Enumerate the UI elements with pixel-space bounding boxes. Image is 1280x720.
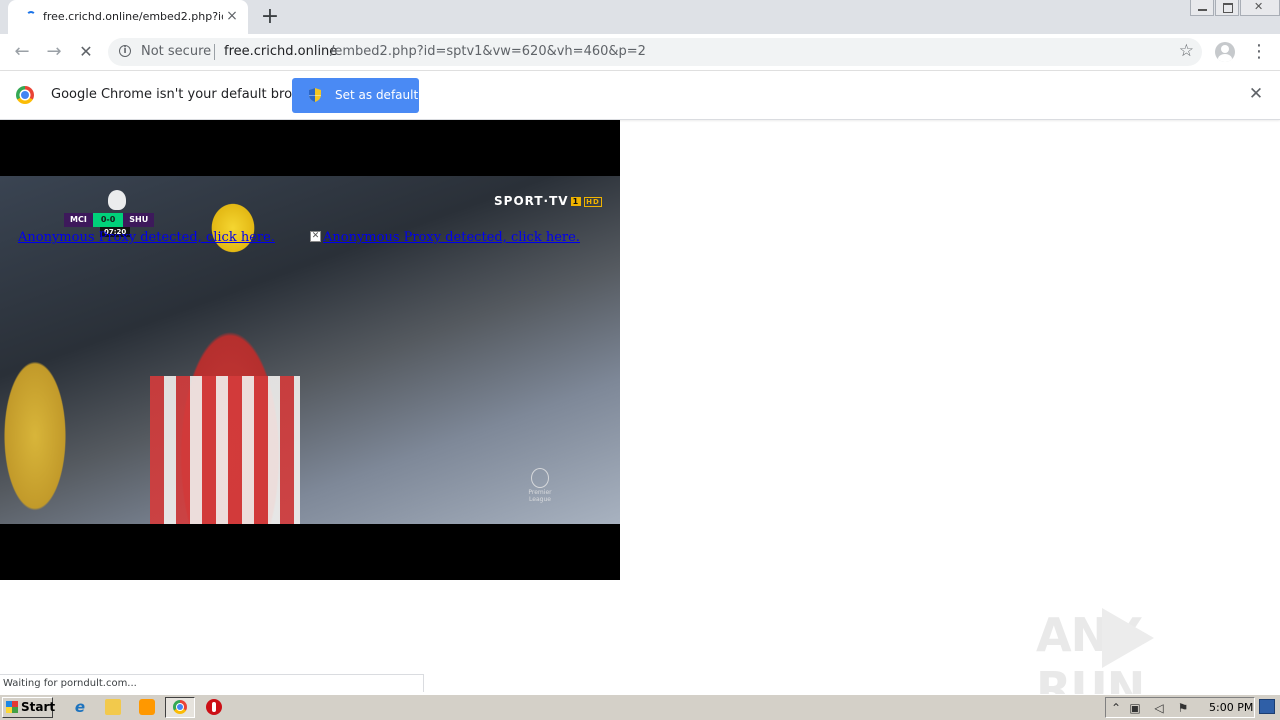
video-player[interactable]: MCI 0-0 SHU 07:20 SPORT·TV 1 HD Premier Le… <box>0 120 620 580</box>
folder-icon[interactable] <box>105 699 121 715</box>
watermark-text: Premier League <box>528 489 552 503</box>
start-label: Start <box>21 700 56 714</box>
chrome-logo-icon <box>16 86 34 104</box>
network-icon[interactable]: ▣ <box>1128 701 1142 715</box>
back-arrow-icon[interactable]: ← <box>11 41 33 63</box>
stop-loading-icon[interactable]: ✕ <box>75 41 97 63</box>
channel-name: SPORT·TV <box>494 194 569 208</box>
url-path: /embed2.php?id=sptv1&vw=620&vh=460&p=2 <box>330 44 646 59</box>
channel-logo: SPORT·TV 1 HD <box>494 194 602 208</box>
window-controls <box>1189 0 1280 18</box>
tab-title: free.crichd.online/embed2.php?id=s <box>43 10 223 23</box>
loading-spinner-icon <box>26 11 36 21</box>
browser-tab[interactable]: free.crichd.online/embed2.php?id=s × <box>8 0 248 34</box>
close-window-button[interactable] <box>1240 0 1280 16</box>
set-as-default-label: Set as default <box>335 88 419 102</box>
match-score: 0-0 <box>92 213 124 227</box>
hd-badge: HD <box>584 196 602 207</box>
tray-expand-icon[interactable]: ⌃ <box>1109 701 1123 715</box>
premier-league-watermark-icon <box>531 468 549 488</box>
new-tab-button[interactable]: + <box>259 6 281 28</box>
anyrun-play-icon <box>1102 608 1154 668</box>
browser-toolbar: ← → ✕ i Not secure free.crichd.online /e… <box>0 34 1280 71</box>
windows-logo-icon <box>6 701 18 713</box>
restore-button[interactable] <box>1215 0 1239 16</box>
opera-icon[interactable] <box>206 699 222 715</box>
tab-close-icon[interactable]: × <box>225 9 239 23</box>
home-team: MCI <box>64 213 93 227</box>
default-browser-infobar: Google Chrome isn't your default browser… <box>0 71 1280 120</box>
uac-shield-icon <box>309 88 321 102</box>
infobar-close-icon[interactable]: ✕ <box>1247 85 1265 103</box>
tab-strip: free.crichd.online/embed2.php?id=s × + <box>0 0 1280 34</box>
proxy-detected-link-2[interactable]: Anonymous Proxy detected, click here. <box>323 230 580 245</box>
system-tray: ⌃ ▣ ◁ ⚑ 5:00 PM <box>1105 697 1255 718</box>
forward-arrow-icon[interactable]: → <box>43 41 65 63</box>
show-desktop-icon[interactable] <box>1259 699 1275 714</box>
chrome-icon <box>173 700 187 714</box>
proxy-detected-link[interactable]: Anonymous Proxy detected, click here. <box>18 230 275 245</box>
channel-number: 1 <box>570 197 582 206</box>
info-icon[interactable]: i <box>119 45 131 57</box>
chrome-menu-icon[interactable]: ⋮ <box>1250 41 1268 63</box>
bookmark-star-icon[interactable]: ☆ <box>1179 41 1194 61</box>
taskbar: Start e ⌃ ▣ ◁ ⚑ 5:00 PM <box>0 694 1280 720</box>
player-shirt <box>150 376 300 524</box>
omnibox-separator <box>214 44 215 60</box>
url-host: free.crichd.online <box>224 44 338 59</box>
profile-avatar-icon[interactable] <box>1215 42 1235 62</box>
volume-icon[interactable]: ◁ <box>1152 701 1166 715</box>
minimize-button[interactable] <box>1190 0 1214 16</box>
status-bubble: Waiting for porndult.com... <box>0 674 424 692</box>
start-button[interactable]: Start <box>2 697 56 718</box>
chrome-taskbar-button[interactable] <box>165 697 195 718</box>
taskbar-clock[interactable]: 5:00 PM <box>1209 701 1253 714</box>
score-bug: MCI 0-0 SHU 07:20 <box>64 213 155 237</box>
media-player-icon[interactable] <box>139 699 155 715</box>
premier-league-watermark: Premier League <box>526 468 554 503</box>
action-center-flag-icon[interactable]: ⚑ <box>1176 701 1190 715</box>
video-frame[interactable]: MCI 0-0 SHU 07:20 SPORT·TV 1 HD Premier Le… <box>0 176 620 524</box>
internet-explorer-icon[interactable]: e <box>72 699 88 715</box>
premier-league-lion-icon <box>108 190 126 210</box>
broken-image-icon: ✕ <box>310 231 321 242</box>
address-bar[interactable]: i Not secure free.crichd.online /embed2.… <box>108 38 1202 66</box>
security-indicator[interactable]: Not secure <box>141 44 211 59</box>
set-as-default-button[interactable]: Set as default <box>292 78 419 113</box>
away-team: SHU <box>123 213 155 227</box>
infobar-message: Google Chrome isn't your default browser <box>51 87 323 102</box>
